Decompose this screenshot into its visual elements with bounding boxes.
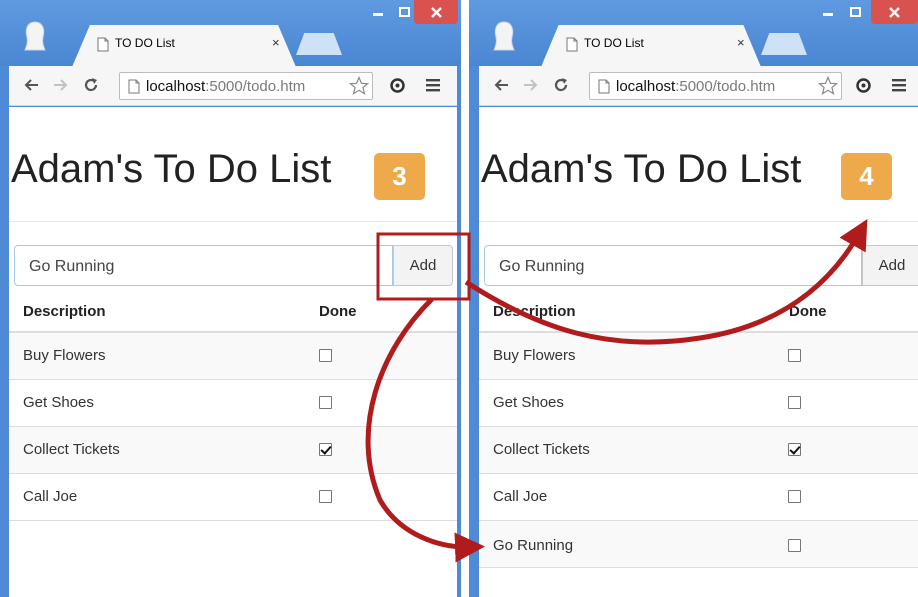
maximize-button[interactable] — [392, 0, 416, 24]
url-host: localhost — [616, 78, 676, 95]
table-row: Get Shoes — [9, 380, 457, 427]
back-arrow-icon[interactable] — [23, 77, 39, 93]
maximize-icon — [398, 7, 410, 17]
title-bar: TO DO List × — [469, 0, 918, 67]
table-row: Get Shoes — [479, 380, 918, 427]
table-row: Buy Flowers — [479, 333, 918, 380]
table-row: Collect Tickets — [479, 427, 918, 474]
page-content: Adam's To Do List 4 Go Running Add Descr… — [479, 107, 918, 597]
minimize-button[interactable] — [816, 0, 840, 24]
menu-icon[interactable] — [425, 77, 441, 93]
maximize-button[interactable] — [843, 0, 867, 24]
close-window-button[interactable] — [414, 0, 458, 24]
profile-icon[interactable] — [491, 20, 517, 54]
extension-icon[interactable] — [389, 77, 406, 94]
page-title: Adam's To Do List — [481, 147, 802, 191]
column-header-done: Done — [789, 303, 827, 320]
done-checkbox[interactable] — [788, 396, 801, 409]
item-description: Collect Tickets — [493, 441, 590, 458]
item-count-badge: 3 — [374, 153, 425, 200]
item-description: Go Running — [493, 537, 574, 554]
menu-icon[interactable] — [891, 77, 907, 93]
new-item-input[interactable]: Go Running — [14, 245, 393, 286]
url-text: localhost:5000/todo.htm — [616, 78, 775, 95]
add-button[interactable]: Add — [393, 245, 453, 286]
bookmark-star-icon[interactable] — [818, 76, 838, 96]
title-bar: TO DO List × — [0, 0, 461, 67]
table-row: Collect Tickets — [9, 427, 457, 474]
page-icon — [97, 37, 109, 52]
maximize-icon — [849, 7, 861, 17]
column-header-description: Description — [493, 303, 576, 320]
item-description: Get Shoes — [23, 394, 94, 411]
item-description: Buy Flowers — [493, 347, 576, 364]
browser-window-before: TO DO List × localhost:5000/todo.htm Ada… — [0, 0, 461, 597]
done-checkbox[interactable] — [788, 349, 801, 362]
browser-tab[interactable]: TO DO List × — [541, 25, 761, 67]
table-row: Call Joe — [9, 474, 457, 521]
tab-close-icon[interactable]: × — [272, 35, 280, 50]
page-icon — [128, 79, 140, 94]
address-bar[interactable]: localhost:5000/todo.htm — [119, 72, 373, 100]
reload-icon[interactable] — [553, 77, 569, 93]
page-icon — [566, 37, 578, 52]
item-description: Call Joe — [493, 488, 548, 505]
tab-title: TO DO List — [584, 36, 644, 50]
new-item-input[interactable]: Go Running — [484, 245, 862, 286]
add-button[interactable]: Add — [862, 245, 918, 286]
item-description: Collect Tickets — [23, 441, 120, 458]
done-checkbox-checked[interactable] — [319, 443, 332, 456]
page-icon — [598, 79, 610, 94]
item-description: Buy Flowers — [23, 347, 106, 364]
close-icon — [430, 6, 442, 18]
item-description: Call Joe — [23, 488, 78, 505]
back-arrow-icon[interactable] — [493, 77, 509, 93]
page-content: Adam's To Do List 3 Go Running Add Descr… — [9, 107, 457, 597]
browser-toolbar: localhost:5000/todo.htm — [479, 66, 918, 106]
minimize-button[interactable] — [366, 0, 390, 24]
close-window-button[interactable] — [871, 0, 918, 24]
close-icon — [889, 6, 900, 18]
address-bar[interactable]: localhost:5000/todo.htm — [589, 72, 842, 100]
done-checkbox-checked[interactable] — [788, 443, 801, 456]
extension-icon[interactable] — [855, 77, 872, 94]
table-row: Call Joe — [479, 474, 918, 521]
tab-title: TO DO List — [115, 36, 175, 50]
column-header-done: Done — [319, 303, 357, 320]
bookmark-star-icon[interactable] — [349, 76, 369, 96]
minimize-icon — [373, 13, 383, 16]
item-count-badge: 4 — [841, 153, 892, 200]
done-checkbox[interactable] — [319, 396, 332, 409]
reload-icon[interactable] — [83, 77, 99, 93]
done-checkbox[interactable] — [788, 539, 801, 552]
browser-tab[interactable]: TO DO List × — [72, 25, 296, 67]
forward-arrow-icon[interactable] — [523, 77, 539, 93]
table-row: Go Running — [479, 521, 918, 568]
forward-arrow-icon[interactable] — [53, 77, 69, 93]
minimize-icon — [823, 13, 833, 16]
divider — [479, 221, 918, 222]
tab-close-icon[interactable]: × — [737, 35, 745, 50]
url-text: localhost:5000/todo.htm — [146, 78, 305, 95]
profile-icon[interactable] — [22, 20, 48, 54]
url-path: :5000/todo.htm — [205, 78, 306, 95]
done-checkbox[interactable] — [788, 490, 801, 503]
page-title: Adam's To Do List — [11, 147, 332, 191]
divider — [9, 221, 457, 222]
table-row: Buy Flowers — [9, 333, 457, 380]
item-description: Get Shoes — [493, 394, 564, 411]
done-checkbox[interactable] — [319, 349, 332, 362]
browser-window-after: TO DO List × localhost:5000/todo.htm Ada… — [469, 0, 918, 597]
browser-toolbar: localhost:5000/todo.htm — [9, 66, 457, 106]
url-path: :5000/todo.htm — [675, 78, 776, 95]
url-host: localhost — [146, 78, 206, 95]
column-header-description: Description — [23, 303, 106, 320]
done-checkbox[interactable] — [319, 490, 332, 503]
